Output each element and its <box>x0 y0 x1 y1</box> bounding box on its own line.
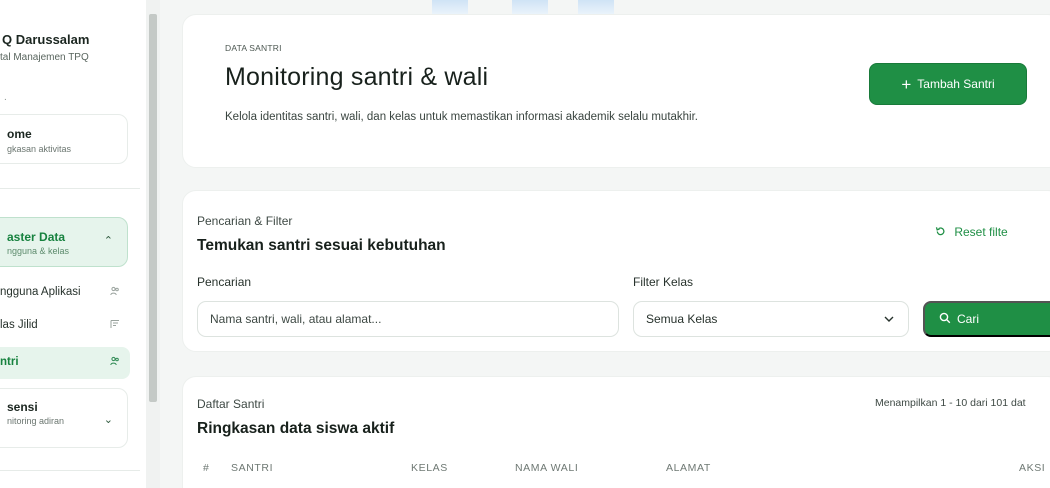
sidebar-item-pengguna-aplikasi[interactable]: ngguna Aplikasi <box>0 277 130 309</box>
sidebar-item-absensi[interactable]: sensi nitoring adiran ⌄ <box>0 388 128 448</box>
sidebar-divider <box>0 188 140 189</box>
reset-filter-label: Reset filte <box>954 225 1008 239</box>
book-icon <box>110 319 120 332</box>
sidebar-item-label: ngguna Aplikasi <box>0 286 81 298</box>
search-button[interactable]: Cari <box>923 301 1050 337</box>
page-description: Kelola identitas santri, wali, dan kelas… <box>225 111 698 123</box>
sidebar-dot: . <box>4 92 7 103</box>
kelas-select-value: Semua Kelas <box>646 312 718 326</box>
list-title: Ringkasan data siswa aktif <box>197 420 395 437</box>
sidebar-item-master-data[interactable]: aster Data ngguna & kelas ⌃ <box>0 217 128 267</box>
add-santri-button[interactable]: + Tambah Santri <box>869 63 1027 105</box>
list-eyebrow: Daftar Santri <box>197 397 265 411</box>
sidebar-item-sublabel: gkasan aktivitas <box>7 144 72 154</box>
column-header-nama-wali[interactable]: NAMA WALI <box>515 462 578 474</box>
sidebar-item-label: ome <box>7 127 32 141</box>
chevron-down-icon <box>884 313 894 325</box>
search-label: Pencarian <box>197 275 252 289</box>
sidebar-divider <box>0 470 140 471</box>
sidebar-item-label: las Jilid <box>0 319 38 331</box>
search-button-label: Cari <box>957 312 980 326</box>
column-header-santri[interactable]: SANTRI <box>231 462 273 474</box>
sidebar-item-sublabel: ngguna & kelas <box>7 246 70 256</box>
column-header-kelas[interactable]: KELAS <box>411 462 448 474</box>
kelas-filter-label: Filter Kelas <box>633 275 694 289</box>
top-decoration <box>512 0 548 14</box>
pagination-count: Menampilkan 1 - 10 dari 101 dat <box>875 397 1026 409</box>
reset-filter-button[interactable]: Reset filte <box>935 225 1008 239</box>
column-header-number: # <box>203 462 210 474</box>
users-icon <box>110 356 120 369</box>
plus-icon: + <box>901 74 912 94</box>
sidebar-item-kelas-jilid[interactable]: las Jilid <box>0 310 130 342</box>
sidebar-item-sublabel: nitoring adiran <box>7 416 65 426</box>
sidebar-item-home[interactable]: ome gkasan aktivitas <box>0 114 128 164</box>
santri-list-card: Daftar Santri Ringkasan data siswa aktif… <box>182 376 1050 488</box>
users-icon <box>110 286 120 299</box>
page-header-card: DATA SANTRI Monitoring santri & wali Kel… <box>182 14 1050 168</box>
kelas-select[interactable]: Semua Kelas <box>633 301 909 337</box>
column-header-alamat[interactable]: ALAMAT <box>666 462 711 474</box>
filter-eyebrow: Pencarian & Filter <box>197 214 293 228</box>
top-decoration <box>432 0 468 14</box>
sidebar-item-santri[interactable]: ntri <box>0 347 130 379</box>
brand-subtitle: tal Manajemen TPQ <box>0 52 89 63</box>
chevron-down-icon: ⌄ <box>103 414 113 426</box>
page-eyebrow: DATA SANTRI <box>225 43 282 53</box>
add-santri-label: Tambah Santri <box>917 77 995 91</box>
sidebar-item-label: aster Data <box>7 230 66 244</box>
page-title: Monitoring santri & wali <box>225 63 489 91</box>
top-decoration <box>578 0 614 14</box>
sidebar-scrollbar-thumb[interactable] <box>149 14 157 402</box>
brand-name: Q Darussalam <box>2 32 90 47</box>
column-header-aksi: AKSI <box>1019 462 1046 474</box>
sidebar-item-label: ntri <box>0 356 19 368</box>
filter-card: Pencarian & Filter Temukan santri sesuai… <box>182 190 1050 352</box>
reset-icon <box>935 225 949 239</box>
chevron-up-icon: ⌃ <box>103 235 113 247</box>
sidebar-item-label: sensi <box>7 400 38 414</box>
filter-title: Temukan santri sesuai kebutuhan <box>197 237 446 254</box>
search-icon <box>939 312 951 327</box>
sidebar: Q Darussalam tal Manajemen TPQ . ome gka… <box>0 0 146 488</box>
search-input[interactable]: Nama santri, wali, atau alamat... <box>197 301 619 337</box>
